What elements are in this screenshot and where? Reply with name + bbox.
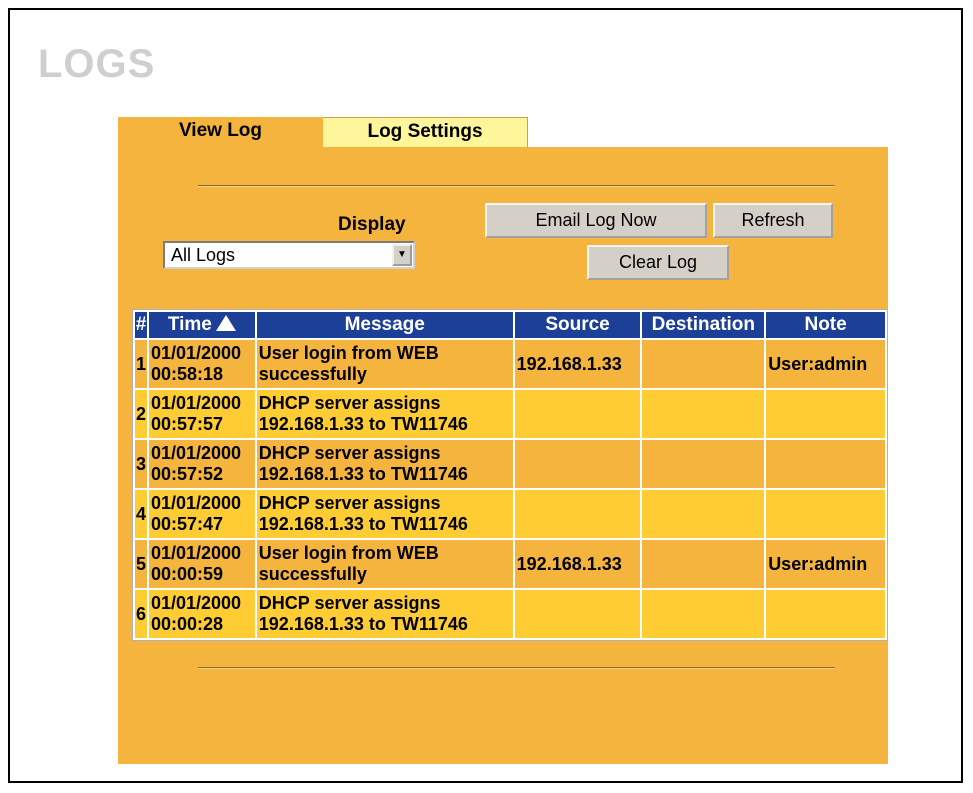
- divider-bottom: [198, 667, 835, 669]
- table-row: 6 01/01/2000 00:00:28 DHCP server assigns…: [135, 590, 885, 638]
- table-row: 4 01/01/2000 00:57:47 DHCP server assigns…: [135, 490, 885, 538]
- source-cell: [514, 390, 641, 438]
- time-cell: 01/01/2000 00:00:28: [148, 590, 255, 638]
- source-cell: [514, 440, 641, 488]
- table-row: 2 01/01/2000 00:57:57 DHCP server assigns…: [135, 390, 885, 438]
- time-clock: 00:57:47: [150, 514, 224, 534]
- tab-view-log[interactable]: View Log: [118, 117, 323, 147]
- destination-cell: [642, 390, 765, 438]
- note-cell: [766, 440, 885, 488]
- row-number: 4: [135, 490, 147, 538]
- row-number: 3: [135, 440, 147, 488]
- note-cell: User:admin: [766, 540, 885, 588]
- time-date: 01/01/2000: [150, 593, 242, 613]
- page-title: LOGS: [38, 42, 156, 86]
- message-line-2: successfully: [258, 564, 367, 584]
- column-header-message: Message: [256, 312, 513, 338]
- message-line-2: 192.168.1.33 to TW11746: [258, 514, 468, 534]
- source-cell: 192.168.1.33: [514, 340, 641, 388]
- message-line-2: 192.168.1.33 to TW11746: [258, 614, 468, 634]
- destination-cell: [642, 440, 765, 488]
- clear-log-button[interactable]: Clear Log: [587, 245, 729, 280]
- column-header-time[interactable]: Time: [148, 312, 255, 338]
- time-cell: 01/01/2000 00:58:18: [148, 340, 255, 388]
- message-line-1: User login from WEB: [258, 343, 439, 363]
- time-clock: 00:00:59: [150, 564, 224, 584]
- destination-cell: [642, 540, 765, 588]
- tab-log-settings[interactable]: Log Settings: [323, 117, 528, 147]
- time-clock: 00:58:18: [150, 364, 224, 384]
- time-cell: 01/01/2000 00:57:57: [148, 390, 255, 438]
- display-label: Display: [338, 214, 406, 235]
- sort-ascending-arrow-icon[interactable]: [215, 315, 236, 331]
- time-date: 01/01/2000: [150, 393, 242, 413]
- destination-cell: [642, 490, 765, 538]
- message-cell: DHCP server assigns 192.168.1.33 to TW117…: [256, 440, 513, 488]
- message-line-1: DHCP server assigns: [258, 593, 441, 613]
- message-line-1: DHCP server assigns: [258, 443, 441, 463]
- display-select[interactable]: All Logs ▼: [163, 241, 415, 269]
- source-cell: [514, 490, 641, 538]
- column-header-source: Source: [514, 312, 641, 338]
- message-line-2: 192.168.1.33 to TW11746: [258, 414, 468, 434]
- source-cell: [514, 590, 641, 638]
- time-date: 01/01/2000: [150, 493, 242, 513]
- column-header-note: Note: [766, 312, 885, 338]
- row-number: 5: [135, 540, 147, 588]
- time-date: 01/01/2000: [150, 543, 242, 563]
- row-number: 1: [135, 340, 147, 388]
- row-number: 6: [135, 590, 147, 638]
- email-log-now-button[interactable]: Email Log Now: [485, 203, 707, 238]
- destination-cell: [642, 590, 765, 638]
- note-cell: [766, 490, 885, 538]
- time-cell: 01/01/2000 00:57:52: [148, 440, 255, 488]
- message-line-2: 192.168.1.33 to TW11746: [258, 464, 468, 484]
- divider-top: [198, 185, 835, 187]
- message-cell: DHCP server assigns 192.168.1.33 to TW117…: [256, 590, 513, 638]
- message-line-2: successfully: [258, 364, 367, 384]
- message-cell: DHCP server assigns 192.168.1.33 to TW117…: [256, 390, 513, 438]
- message-line-1: DHCP server assigns: [258, 393, 441, 413]
- note-cell: [766, 590, 885, 638]
- message-cell: User login from WEB successfully: [256, 540, 513, 588]
- row-number: 2: [135, 390, 147, 438]
- time-date: 01/01/2000: [150, 343, 242, 363]
- column-header-num: #: [135, 312, 147, 338]
- log-table: # Time Message Source Destination Note 1…: [132, 309, 888, 641]
- message-line-1: User login from WEB: [258, 543, 439, 563]
- source-cell: 192.168.1.33: [514, 540, 641, 588]
- chevron-down-icon[interactable]: ▼: [392, 244, 412, 266]
- time-cell: 01/01/2000 00:57:47: [148, 490, 255, 538]
- column-header-destination: Destination: [642, 312, 765, 338]
- time-clock: 00:57:52: [150, 464, 224, 484]
- time-cell: 01/01/2000 00:00:59: [148, 540, 255, 588]
- time-clock: 00:00:28: [150, 614, 224, 634]
- display-select-value: All Logs: [171, 245, 236, 265]
- tab-bar: View Log Log Settings: [118, 117, 528, 147]
- table-header-row: # Time Message Source Destination Note: [135, 312, 885, 338]
- refresh-button[interactable]: Refresh: [713, 203, 833, 238]
- time-date: 01/01/2000: [150, 443, 242, 463]
- log-panel: Display All Logs ▼ Email Log Now Refresh…: [118, 147, 888, 764]
- column-header-time-label: Time: [167, 314, 212, 335]
- table-row: 3 01/01/2000 00:57:52 DHCP server assigns…: [135, 440, 885, 488]
- time-clock: 00:57:57: [150, 414, 224, 434]
- message-cell: User login from WEB successfully: [256, 340, 513, 388]
- message-cell: DHCP server assigns 192.168.1.33 to TW117…: [256, 490, 513, 538]
- note-cell: [766, 390, 885, 438]
- table-row: 1 01/01/2000 00:58:18 User login from WEB…: [135, 340, 885, 388]
- destination-cell: [642, 340, 765, 388]
- table-row: 5 01/01/2000 00:00:59 User login from WEB…: [135, 540, 885, 588]
- note-cell: User:admin: [766, 340, 885, 388]
- message-line-1: DHCP server assigns: [258, 493, 441, 513]
